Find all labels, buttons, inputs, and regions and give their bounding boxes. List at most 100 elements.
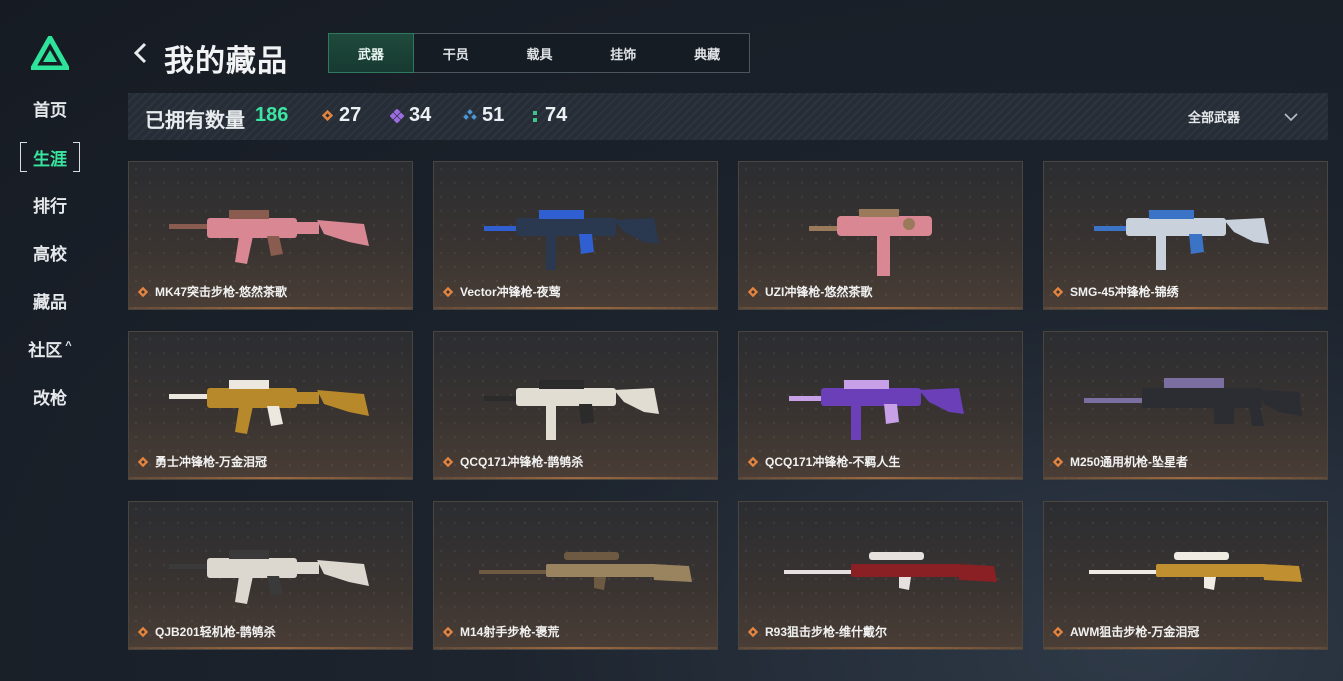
- weapon-name-row: QCQ171冲锋枪-鹊鸲杀: [442, 453, 583, 470]
- orange-diamond-icon: [442, 456, 454, 467]
- weapon-image: [169, 210, 369, 264]
- orange-diamond-icon: [747, 286, 759, 297]
- weapon-name-row: M14射手步枪-褒荒: [442, 623, 559, 640]
- weapon-name-row: Vector冲锋枪-夜莺: [442, 283, 561, 300]
- orange-diamond-icon: [321, 109, 334, 122]
- rarity-purple-count: 34: [390, 104, 431, 127]
- weapon-name: AWM狙击步枪-万金泪冠: [1070, 625, 1200, 639]
- weapon-card[interactable]: MK47突击步枪-悠然茶歌: [128, 161, 413, 310]
- rarity-count: 34: [409, 104, 432, 126]
- weapon-name-row: QCQ171冲锋枪-不羁人生: [747, 453, 900, 470]
- collection-stats-bar: 已拥有数量 186 27 34 51 74 全部武器: [128, 93, 1328, 140]
- sidebar-item-label: 排行: [33, 196, 67, 216]
- sidebar-item-label: 生涯: [33, 149, 67, 169]
- weapon-name-row: MK47突击步枪-悠然茶歌: [137, 283, 287, 300]
- weapon-name: MK47突击步枪-悠然茶歌: [155, 285, 288, 299]
- weapon-card[interactable]: QJB201轻机枪-鹊鸲杀: [128, 501, 413, 650]
- caret-up-icon: ^: [65, 340, 72, 352]
- weapon-name: QJB201轻机枪-鹊鸲杀: [155, 625, 276, 639]
- weapon-name-row: UZI冲锋枪-悠然茶歌: [747, 283, 872, 300]
- weapon-image: [169, 380, 369, 434]
- sidebar-item-college[interactable]: 高校: [20, 237, 80, 267]
- orange-diamond-icon: [1052, 626, 1064, 637]
- weapon-image: [1089, 552, 1302, 590]
- weapon-name-row: M250通用机枪-坠星者: [1052, 453, 1188, 470]
- weapon-card[interactable]: SMG-45冲锋枪-锦绣: [1043, 161, 1328, 310]
- weapon-name-row: SMG-45冲锋枪-锦绣: [1052, 283, 1179, 300]
- orange-diamond-icon: [1052, 456, 1064, 467]
- orange-diamond-icon: [1052, 286, 1064, 297]
- weapon-name: SMG-45冲锋枪-锦绣: [1070, 285, 1179, 299]
- weapon-card[interactable]: R93狙击步枪-维什戴尔: [738, 501, 1023, 650]
- sidebar-item-label: 藏品: [33, 292, 67, 312]
- weapon-name-row: AWM狙击步枪-万金泪冠: [1052, 623, 1199, 640]
- weapon-name: QCQ171冲锋枪-不羁人生: [765, 455, 901, 469]
- weapon-name: M14射手步枪-褒荒: [460, 625, 560, 639]
- weapon-image: [484, 210, 659, 270]
- sidebar-item-label: 高校: [33, 244, 67, 264]
- sidebar-item-label: 首页: [33, 100, 67, 120]
- app-logo[interactable]: [31, 36, 69, 70]
- weapon-card[interactable]: M250通用机枪-坠星者: [1043, 331, 1328, 480]
- weapon-image: [784, 552, 997, 590]
- sidebar: 首页 生涯 排行 高校 藏品 社区 ^ 改枪: [0, 0, 100, 681]
- weapon-card[interactable]: 勇士冲锋枪-万金泪冠: [128, 331, 413, 480]
- tab-vehicles[interactable]: 载具: [498, 34, 582, 72]
- rarity-count: 74: [545, 104, 568, 126]
- orange-diamond-icon: [442, 286, 454, 297]
- filter-label: 全部武器: [1187, 110, 1240, 125]
- sidebar-item-label: 社区: [28, 340, 63, 360]
- orange-diamond-icon: [747, 626, 759, 637]
- rarity-count: 51: [482, 104, 505, 126]
- weapon-card[interactable]: QCQ171冲锋枪-不羁人生: [738, 331, 1023, 480]
- weapon-image: [484, 380, 659, 440]
- weapon-card[interactable]: AWM狙击步枪-万金泪冠: [1043, 501, 1328, 650]
- weapon-card[interactable]: QCQ171冲锋枪-鹊鸲杀: [433, 331, 718, 480]
- purple-diamond-icon: [390, 108, 404, 123]
- weapon-name-row: QJB201轻机枪-鹊鸲杀: [137, 623, 276, 640]
- weapon-card[interactable]: M14射手步枪-褒荒: [433, 501, 718, 650]
- weapon-image: [479, 552, 692, 590]
- page-title: 我的藏品: [164, 45, 288, 78]
- tab-charms[interactable]: 挂饰: [581, 34, 665, 72]
- tab-collector[interactable]: 典藏: [665, 34, 749, 72]
- sidebar-item-ranking[interactable]: 排行: [20, 189, 80, 219]
- weapon-image: [789, 380, 964, 440]
- sidebar-item-career[interactable]: 生涯: [20, 142, 80, 172]
- back-arrow-icon[interactable]: [130, 40, 152, 66]
- rarity-blue-count: 51: [463, 104, 504, 127]
- sidebar-item-gunsmith[interactable]: 改枪: [20, 381, 80, 411]
- blue-diamond-icon: [463, 108, 477, 120]
- weapon-card[interactable]: Vector冲锋枪-夜莺: [433, 161, 718, 310]
- orange-diamond-icon: [442, 626, 454, 637]
- rarity-green-count: 74: [530, 104, 567, 127]
- weapon-image: [169, 550, 369, 604]
- sidebar-item-home[interactable]: 首页: [20, 93, 80, 123]
- orange-diamond-icon: [137, 626, 149, 637]
- orange-diamond-icon: [137, 456, 149, 467]
- green-dots-icon: [533, 110, 537, 122]
- weapon-card[interactable]: UZI冲锋枪-悠然茶歌: [738, 161, 1023, 310]
- orange-diamond-icon: [747, 456, 759, 467]
- rarity-count: 27: [339, 104, 362, 126]
- weapon-filter-dropdown[interactable]: 全部武器: [1188, 93, 1298, 140]
- weapon-image: [1094, 210, 1269, 270]
- rarity-orange-count: 27: [321, 104, 361, 127]
- owned-count: 186: [255, 104, 289, 126]
- sidebar-item-collection[interactable]: 藏品: [20, 285, 80, 315]
- chevron-down-icon: [1284, 112, 1298, 121]
- weapon-name-row: 勇士冲锋枪-万金泪冠: [137, 453, 267, 470]
- weapon-image: [809, 209, 932, 276]
- weapon-name: 勇士冲锋枪-万金泪冠: [155, 455, 267, 469]
- weapon-name-row: R93狙击步枪-维什戴尔: [747, 623, 887, 640]
- weapon-image: [1084, 378, 1302, 426]
- sidebar-item-label: 改枪: [33, 388, 67, 408]
- weapon-name: QCQ171冲锋枪-鹊鸲杀: [460, 455, 584, 469]
- weapon-name: R93狙击步枪-维什戴尔: [765, 625, 888, 639]
- sidebar-item-community[interactable]: 社区 ^: [20, 333, 80, 363]
- tab-weapons[interactable]: 武器: [328, 33, 414, 73]
- weapon-name: M250通用机枪-坠星者: [1070, 455, 1189, 469]
- tab-operators[interactable]: 干员: [414, 34, 498, 72]
- owned-label: 已拥有数量: [145, 110, 245, 132]
- weapon-name: UZI冲锋枪-悠然茶歌: [765, 285, 873, 299]
